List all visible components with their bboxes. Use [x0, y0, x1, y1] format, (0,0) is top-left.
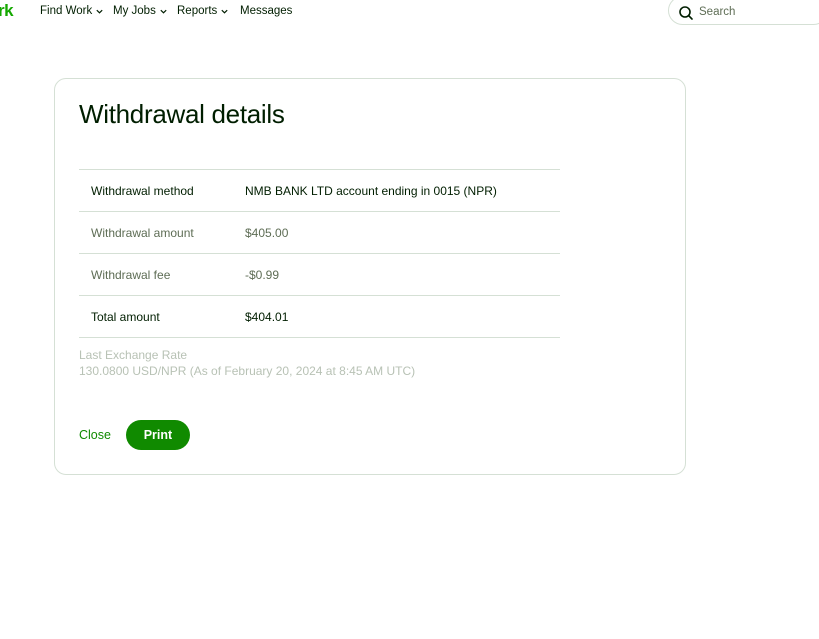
nav-messages-label: Messages [240, 5, 293, 17]
withdrawal-method-value: NMB BANK LTD account ending in 0015 (NPR… [245, 183, 497, 198]
withdrawal-fee-label: Withdrawal fee [91, 267, 171, 282]
withdrawal-details-table: Withdrawal method NMB BANK LTD account e… [79, 169, 560, 338]
exchange-rate-info: Last Exchange Rate 130.0800 USD/NPR (As … [79, 347, 415, 379]
total-amount-value: $404.01 [245, 309, 289, 324]
table-row: Total amount $404.01 [79, 295, 560, 338]
nav-reports[interactable]: Reports [177, 5, 229, 17]
search-box[interactable] [668, 0, 819, 25]
chevron-down-icon [160, 9, 167, 14]
exchange-rate-value: 130.0800 USD/NPR (As of February 20, 202… [79, 364, 416, 378]
table-row: Withdrawal amount $405.00 [79, 211, 560, 254]
nav-my-jobs-label: My Jobs [113, 5, 156, 17]
print-button[interactable]: Print [125, 420, 190, 450]
brand-logo[interactable]: rk [0, 1, 14, 21]
withdrawal-details-dialog: Withdrawal details Withdrawal method NMB… [54, 78, 686, 475]
total-amount-label: Total amount [91, 309, 160, 324]
nav-reports-label: Reports [177, 5, 218, 17]
exchange-rate-label: Last Exchange Rate [79, 348, 188, 362]
dialog-title: Withdrawal details [79, 99, 285, 129]
chevron-down-icon [221, 9, 228, 14]
nav-find-work[interactable]: Find Work [40, 5, 104, 17]
nav-find-work-label: Find Work [40, 5, 93, 17]
withdrawal-fee-value: -$0.99 [245, 267, 280, 282]
withdrawal-method-label: Withdrawal method [91, 183, 194, 198]
nav-my-jobs[interactable]: My Jobs [113, 5, 168, 17]
withdrawal-amount-label: Withdrawal amount [91, 225, 194, 240]
search-input[interactable] [699, 6, 809, 18]
table-row: Withdrawal fee -$0.99 [79, 253, 560, 296]
nav-messages[interactable]: Messages [240, 5, 292, 17]
top-navigation: rk Find Work My Jobs Reports Messages [0, 0, 819, 26]
chevron-down-icon [96, 9, 103, 14]
dialog-actions: Close Print [79, 420, 190, 450]
search-icon[interactable] [678, 5, 694, 21]
table-row: Withdrawal method NMB BANK LTD account e… [79, 169, 560, 212]
withdrawal-amount-value: $405.00 [245, 225, 289, 240]
close-button[interactable]: Close [79, 428, 111, 442]
